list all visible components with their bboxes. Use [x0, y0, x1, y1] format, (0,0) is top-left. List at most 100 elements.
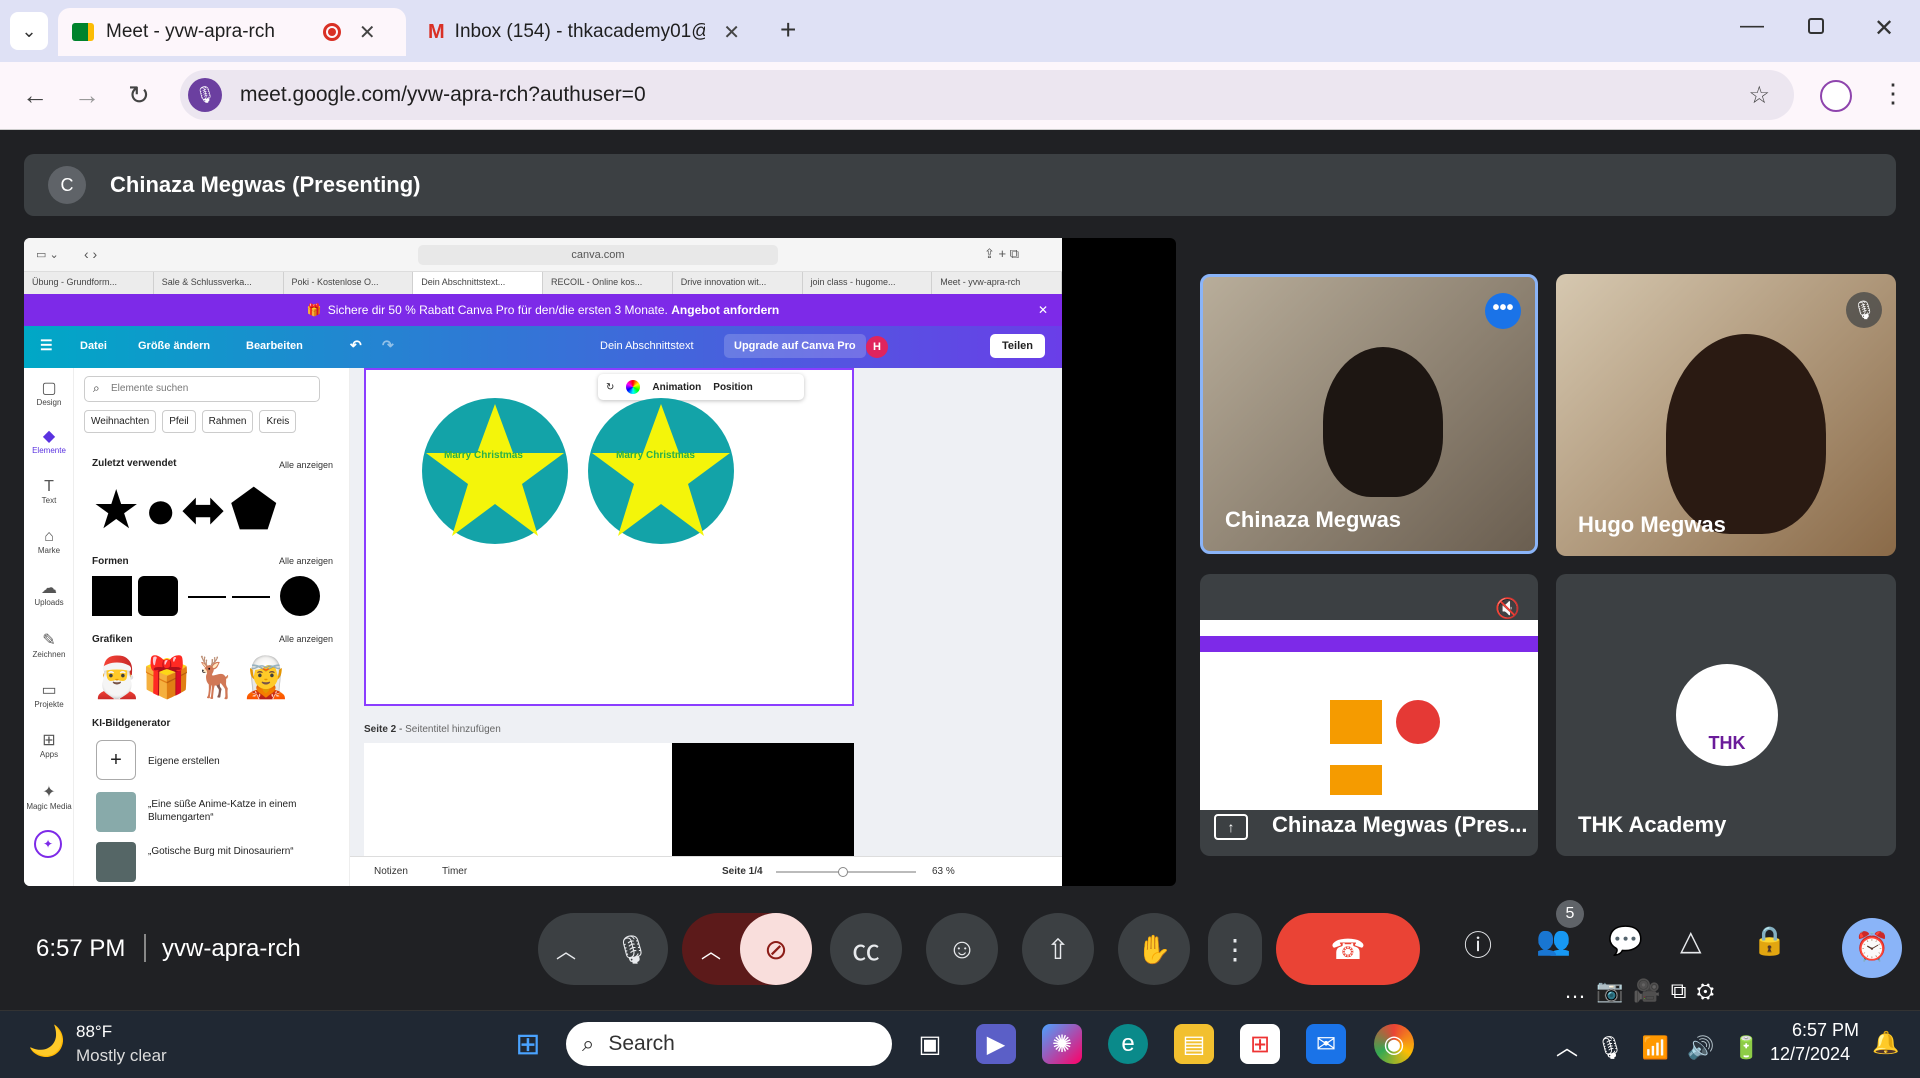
safari-toolbar: ▭ ⌄ ‹ › canva.com ⇪ + ⧉	[24, 238, 1062, 272]
store-icon[interactable]: ⊞	[1240, 1024, 1280, 1064]
taskbar-search[interactable]: ⌕ Search	[566, 1022, 892, 1066]
mic-icon[interactable]: 🎙	[614, 933, 650, 966]
present-button[interactable]: ⇧	[1022, 913, 1094, 985]
chevron-up-icon[interactable]: ︿	[682, 935, 740, 964]
zoom-slider	[776, 867, 916, 877]
shape-arrow-line	[232, 596, 270, 598]
shape-line	[188, 596, 226, 598]
camera-group[interactable]: ︿ ⊘	[682, 913, 812, 985]
teams-icon[interactable]: ▶	[976, 1024, 1016, 1064]
graphics-heading: Grafiken	[92, 634, 133, 645]
file-explorer-icon[interactable]: ▤	[1174, 1024, 1214, 1064]
chat-icon[interactable]: 💬	[1608, 924, 1643, 957]
position-button: Position	[713, 381, 753, 393]
resize-menu: Größe ändern	[138, 340, 211, 352]
rail-draw: ✎ Zeichnen	[24, 630, 74, 659]
tab-list-button[interactable]: ⌄	[10, 12, 48, 50]
canva-side-rail: ▢ Design ◆ Elemente T Text ⌂ Marke ☁ Uploads …	[24, 368, 74, 886]
recording-icon	[322, 23, 341, 41]
rail-magic-media: ✦ Magic Media	[24, 782, 74, 811]
reload-icon[interactable]: ↻	[128, 80, 150, 111]
more-options-button[interactable]: ⋮	[1208, 913, 1262, 985]
url-text: meet.google.com/yvw-apra-rch?authuser=0	[240, 83, 646, 106]
tab-meet[interactable]: Meet - yvw-apra-rch ✕	[58, 8, 406, 56]
bookmark-star-icon[interactable]: ☆	[1748, 81, 1770, 110]
participant-name: Hugo Megwas	[1578, 512, 1726, 537]
recent-shapes: ★●⬌⬟	[92, 480, 282, 540]
promo-banner: 🎁 Sichere dir 50 % Rabatt Canva Pro für …	[24, 294, 1062, 326]
speaker-muted-icon: 🔇	[1495, 598, 1520, 620]
browser-tab-strip: ⌄ Meet - yvw-apra-rch ✕ M Inbox (154) - …	[0, 0, 1920, 62]
captions-button[interactable]: ㏄	[830, 913, 902, 985]
clock-time: 6:57 PM	[1792, 1020, 1860, 1040]
chevron-up-icon[interactable]: ︿	[556, 935, 576, 964]
participant-tile-thk[interactable]: THK THK Academy	[1556, 574, 1896, 856]
canva-toolbar: ☰ Datei Größe ändern Bearbeiten ↶ ↷ Dein…	[24, 326, 1062, 368]
info-icon[interactable]: ⓘ	[1464, 924, 1492, 964]
text-icon: T	[44, 478, 54, 495]
notification-bell-icon[interactable]: 🔔	[1872, 1030, 1899, 1056]
host-controls-icon[interactable]: 🔒	[1752, 924, 1787, 957]
rotate-icon: ↻	[606, 381, 615, 393]
meet-icon	[72, 23, 94, 41]
christmas-star-circle-1: Marry Christmas	[422, 398, 568, 544]
close-icon[interactable]: ✕	[359, 20, 376, 45]
close-icon: ✕	[1037, 303, 1048, 317]
task-view-icon[interactable]: ▣	[910, 1024, 950, 1064]
people-icon[interactable]: 👥	[1536, 924, 1571, 957]
profile-avatar[interactable]	[1820, 80, 1852, 112]
participant-tile-chinaza[interactable]: ••• Chinaza Megwas	[1200, 274, 1538, 554]
camera-off-icon[interactable]: ⊘	[740, 913, 812, 985]
weather-desc: Mostly clear	[76, 1046, 167, 1065]
participant-tile-presentation[interactable]: 🔇 ↑ Chinaza Megwas (Pres...	[1200, 574, 1538, 856]
participant-tile-hugo[interactable]: 🎙 Hugo Megwas	[1556, 274, 1896, 556]
sidebar-icon: ▭ ⌄	[36, 249, 59, 261]
browser-menu-icon[interactable]: ⋮	[1880, 78, 1906, 109]
ai-generator-heading: KI-Bildgenerator	[92, 718, 171, 729]
page-indicator: Seite 1/4	[722, 866, 763, 877]
timer-button: Timer	[442, 866, 468, 877]
end-call-button[interactable]: ☎	[1276, 913, 1420, 985]
system-tray-icons[interactable]: ︿🎙📶🔊🔋	[1556, 1030, 1778, 1062]
shared-browser-window: ▭ ⌄ ‹ › canva.com ⇪ + ⧉ Übung - Grundfor…	[24, 238, 1062, 886]
site-info-icon[interactable]: 🎙	[188, 78, 222, 112]
mic-group[interactable]: ︿ 🎙	[538, 913, 668, 985]
chrome-icon[interactable]: ◉	[1374, 1024, 1414, 1064]
forward-icon[interactable]: →	[74, 80, 100, 111]
prompt-thumb	[96, 792, 136, 832]
promo-link: Angebot anfordern	[671, 303, 780, 317]
start-icon[interactable]: ⊞	[508, 1024, 548, 1064]
back-icon[interactable]: ←	[22, 80, 48, 111]
safari-url: canva.com	[571, 249, 625, 261]
tab-label: Inbox (154) - thkacademy01@g	[454, 21, 705, 42]
copilot-icon[interactable]: ✺	[1042, 1024, 1082, 1064]
presenter-avatar: C	[48, 166, 86, 204]
emoji-button[interactable]: ☺	[926, 913, 998, 985]
capture-tools: …📷🎥⧉⚙	[1564, 978, 1725, 1003]
chip: Rahmen	[201, 410, 254, 433]
activities-icon[interactable]: △	[1680, 924, 1702, 957]
tab-label: Meet - yvw-apra-rch	[106, 21, 275, 42]
mail-icon[interactable]: ✉	[1306, 1024, 1346, 1064]
new-tab-icon[interactable]: +	[780, 14, 796, 46]
safari-tab: RECOIL - Online kos...	[543, 272, 673, 294]
elements-search: ⌕ Elemente suchen	[84, 376, 320, 402]
upload-icon: ☁	[41, 580, 57, 597]
rail-apps: ⊞ Apps	[24, 730, 74, 759]
tab-gmail[interactable]: M Inbox (154) - thkacademy01@g ✕	[414, 8, 754, 56]
restore-icon[interactable]	[1808, 18, 1824, 34]
elements-panel: ⌕ Elemente suchen Weihnachten Pfeil Rahm…	[74, 368, 350, 886]
edge-icon[interactable]: e	[1108, 1024, 1148, 1064]
video-feed	[1666, 334, 1826, 534]
magic-icon: ✦	[42, 784, 56, 801]
zoom-level: 63 %	[932, 866, 955, 877]
address-bar[interactable]: 🎙 meet.google.com/yvw-apra-rch?authuser=…	[180, 70, 1794, 120]
more-options-icon[interactable]: •••	[1485, 293, 1521, 329]
safari-tab: Drive innovation wit...	[673, 272, 803, 294]
timer-icon[interactable]: ⏰	[1842, 918, 1902, 978]
page-2-header: Seite 2 - Seitentitel hinzufügen	[364, 724, 501, 735]
close-window-icon[interactable]: ✕	[1874, 14, 1894, 43]
close-icon[interactable]: ✕	[723, 20, 740, 45]
raise-hand-button[interactable]: ✋	[1118, 913, 1190, 985]
minimize-icon[interactable]: —	[1740, 12, 1764, 40]
